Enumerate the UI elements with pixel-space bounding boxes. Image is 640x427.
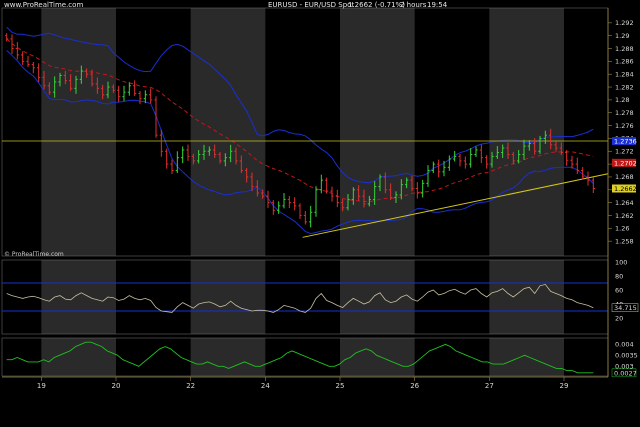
chart-canvas: 1.292 1.29 1.288 1.286 1.284 1.282 1.28 1.278 1.… [1,1,639,390]
price-tick-label: 1.278 [615,109,634,117]
timeframe: 2 hours [400,1,427,9]
price-tick-label: 1.276 [615,122,634,130]
rsi-last-label: 34.715 [614,304,637,312]
osc-tick-label: 0.004 [615,341,634,349]
price-tick-label: 1.258 [615,237,634,245]
day-shade [41,260,117,334]
day-shade [489,260,564,334]
day-shade [489,338,564,376]
x-tick-label: 24 [261,382,270,390]
price-tick-label: 1.282 [615,83,634,91]
price-tick-label: 1.292 [615,19,634,27]
watermark: © ProRealTime.com [4,251,64,258]
day-shade [190,260,266,334]
price-tick-label: 1.268 [615,173,634,181]
rsi-tick-label: 80 [615,272,623,280]
day-shade [190,8,266,256]
last-price: 1.2662 (-0.71%) [348,1,405,9]
day-shade [190,338,266,376]
x-tick-label: 29 [560,382,569,390]
osc-tick-label: 0.0035 [615,352,638,360]
price-tick-label: 1.29 [615,32,629,40]
x-tick-label: 20 [112,382,121,390]
osc-last-label: 0.0027 [614,369,637,377]
price-tick-label: 1.28 [615,96,629,104]
day-shade [489,8,564,256]
x-tick-label: 19 [37,382,46,390]
price-marker-label: 1.2702 [614,159,637,167]
last-price-label: 1.2662 [614,185,637,193]
rsi-tick-label: 100 [615,258,627,266]
day-shade [41,338,117,376]
rsi-tick-label: 20 [615,314,623,322]
clock: 19:54 [427,1,448,9]
x-tick-label: 25 [336,382,345,390]
symbol-title: EURUSD - EUR/USD Spot [268,1,354,9]
time-shading [41,8,564,376]
day-shade [340,260,415,334]
x-tick-label: 27 [485,382,494,390]
price-tick-label: 1.286 [615,58,634,66]
price-tick-label: 1.284 [615,71,634,79]
price-tick-label: 1.288 [615,45,634,53]
price-marker-label: 1.2736 [614,137,637,145]
price-tick-label: 1.272 [615,148,634,156]
site-label[interactable]: www.ProRealTime.com [4,1,83,9]
price-tick-label: 1.26 [615,225,629,233]
rsi-tick-label: 60 [615,286,623,294]
x-tick-label: 26 [410,382,419,390]
price-tick-label: 1.264 [615,199,634,207]
price-tick-label: 1.262 [615,212,634,220]
x-tick-label: 22 [186,382,195,390]
